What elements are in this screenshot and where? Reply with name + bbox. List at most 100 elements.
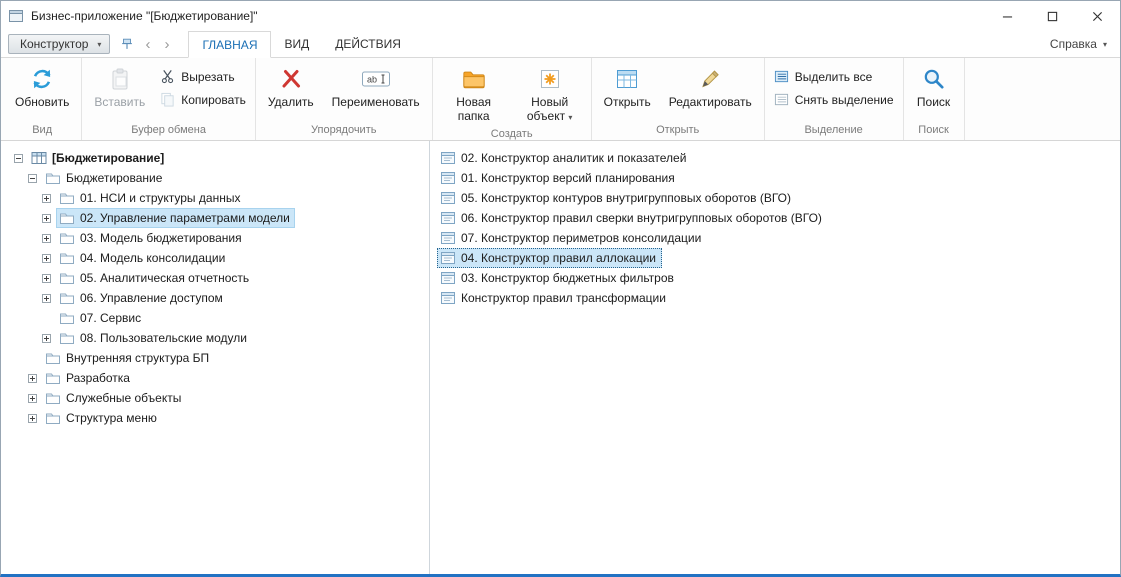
tree-node[interactable]: 01. НСИ и структуры данных xyxy=(56,188,245,208)
folder-icon xyxy=(59,311,75,325)
minimize-button[interactable] xyxy=(985,1,1030,31)
app-root-icon xyxy=(31,151,47,165)
ribbon-group-selection: Выделить все Снять выделение Выделение xyxy=(765,58,904,140)
constructor-menu-button[interactable]: Конструктор ▾ xyxy=(8,34,110,54)
tree-node[interactable]: Структура меню xyxy=(42,408,162,428)
tree-item[interactable]: 05. Аналитическая отчетность xyxy=(1,268,429,288)
tab-vid[interactable]: ВИД xyxy=(271,31,322,57)
tree-item[interactable]: 08. Пользовательские модули xyxy=(1,328,429,348)
list-item[interactable]: 05. Конструктор контуров внутригрупповых… xyxy=(430,188,1120,208)
list-item[interactable]: 07. Конструктор периметров консолидации xyxy=(430,228,1120,248)
search-icon xyxy=(922,66,946,92)
ribbon-group-clipboard: Вставить Вырезать Копировать Буфер обмен… xyxy=(82,58,256,140)
help-menu[interactable]: Справка ▾ xyxy=(1050,31,1120,57)
app-icon xyxy=(8,9,24,23)
folder-icon xyxy=(59,231,75,245)
list-node[interactable]: 04. Конструктор правил аллокации xyxy=(437,248,662,268)
tree-item[interactable]: Служебные объекты xyxy=(1,388,429,408)
forward-button[interactable]: › xyxy=(157,31,176,57)
list-item[interactable]: 03. Конструктор бюджетных фильтров xyxy=(430,268,1120,288)
folder-icon xyxy=(59,251,75,265)
maximize-icon xyxy=(1047,11,1058,22)
tree-item[interactable]: Бюджетирование xyxy=(1,168,429,188)
expand-icon[interactable] xyxy=(42,334,51,343)
tree-node[interactable]: Разработка xyxy=(42,368,135,388)
pin-button[interactable] xyxy=(115,31,138,57)
chevron-down-icon: ▾ xyxy=(568,113,572,122)
tree-item-root[interactable]: [Бюджетирование] xyxy=(1,148,429,168)
cut-button[interactable]: Вырезать xyxy=(154,67,240,86)
tree-item[interactable]: Внутренняя структура БП xyxy=(1,348,429,368)
list-item[interactable]: 06. Конструктор правил сверки внутригруп… xyxy=(430,208,1120,228)
expand-icon[interactable] xyxy=(28,374,37,383)
deselect-button[interactable]: Снять выделение xyxy=(768,90,900,109)
list-node[interactable]: 06. Конструктор правил сверки внутригруп… xyxy=(437,208,828,228)
list-node[interactable]: 07. Конструктор периметров консолидации xyxy=(437,228,707,248)
tree-item[interactable]: Разработка xyxy=(1,368,429,388)
expand-icon[interactable] xyxy=(42,254,51,263)
tree-node[interactable]: 04. Модель консолидации xyxy=(56,248,230,268)
expand-icon[interactable] xyxy=(42,294,51,303)
tree-item[interactable]: 01. НСИ и структуры данных xyxy=(1,188,429,208)
list-item-selected[interactable]: 04. Конструктор правил аллокации xyxy=(430,248,1120,268)
tree-item[interactable]: 07. Сервис xyxy=(1,308,429,328)
tree-node[interactable]: Бюджетирование xyxy=(42,168,167,188)
open-button[interactable]: Открыть xyxy=(595,60,660,113)
tree-node[interactable]: 07. Сервис xyxy=(56,308,146,328)
tree-node[interactable]: [Бюджетирование] xyxy=(28,148,169,168)
copy-button[interactable]: Копировать xyxy=(154,90,252,109)
list-node[interactable]: 02. Конструктор аналитик и показателей xyxy=(437,148,692,168)
expand-icon[interactable] xyxy=(42,274,51,283)
list-node[interactable]: 05. Конструктор контуров внутригрупповых… xyxy=(437,188,797,208)
new-object-button[interactable]: Новый объект ▾ xyxy=(512,60,588,127)
tab-glavnaya[interactable]: ГЛАВНАЯ xyxy=(188,31,271,58)
list-item[interactable]: 02. Конструктор аналитик и показателей xyxy=(430,148,1120,168)
list-node[interactable]: 01. Конструктор версий планирования xyxy=(437,168,681,188)
tree-node[interactable]: 08. Пользовательские модули xyxy=(56,328,252,348)
tree-node[interactable]: 06. Управление доступом xyxy=(56,288,228,308)
expand-icon[interactable] xyxy=(42,214,51,223)
tree-node[interactable]: Внутренняя структура БП xyxy=(42,348,214,368)
list-node[interactable]: 03. Конструктор бюджетных фильтров xyxy=(437,268,680,288)
expand-icon[interactable] xyxy=(28,414,37,423)
pin-icon xyxy=(120,37,134,51)
tab-deystviya[interactable]: ДЕЙСТВИЯ xyxy=(322,31,414,57)
delete-icon xyxy=(279,66,303,92)
list-node[interactable]: Конструктор правил трансформации xyxy=(437,288,672,308)
refresh-button[interactable]: Обновить xyxy=(6,60,78,113)
group-label-clipboard: Буфер обмена xyxy=(85,123,252,140)
search-button[interactable]: Поиск xyxy=(907,60,961,113)
tree-node[interactable]: 03. Модель бюджетирования xyxy=(56,228,247,248)
expand-icon[interactable] xyxy=(42,234,51,243)
tree-item[interactable]: 06. Управление доступом xyxy=(1,288,429,308)
rename-button[interactable]: Переименовать xyxy=(323,60,429,113)
expand-icon[interactable] xyxy=(28,394,37,403)
edit-button[interactable]: Редактировать xyxy=(660,60,761,113)
select-all-button[interactable]: Выделить все xyxy=(768,67,879,86)
list-item[interactable]: Конструктор правил трансформации xyxy=(430,288,1120,308)
chevron-down-icon: ▾ xyxy=(1103,40,1107,49)
maximize-button[interactable] xyxy=(1030,1,1075,31)
tree-item[interactable]: 03. Модель бюджетирования xyxy=(1,228,429,248)
tree-item-selected[interactable]: 02. Управление параметрами модели xyxy=(1,208,429,228)
list-item[interactable]: 01. Конструктор версий планирования xyxy=(430,168,1120,188)
paste-button[interactable]: Вставить xyxy=(85,60,154,113)
close-button[interactable] xyxy=(1075,1,1120,31)
folder-icon xyxy=(45,371,61,385)
expand-icon[interactable] xyxy=(42,194,51,203)
tree-node[interactable]: 05. Аналитическая отчетность xyxy=(56,268,254,288)
collapse-icon[interactable] xyxy=(28,174,37,183)
group-label-open: Открыть xyxy=(595,123,761,140)
tree-item[interactable]: 04. Модель консолидации xyxy=(1,248,429,268)
folder-icon xyxy=(59,291,75,305)
tree-node[interactable]: Служебные объекты xyxy=(42,388,186,408)
back-button[interactable]: ‹ xyxy=(138,31,157,57)
tree-node[interactable]: 02. Управление параметрами модели xyxy=(56,208,295,228)
delete-button[interactable]: Удалить xyxy=(259,60,323,113)
collapse-icon[interactable] xyxy=(14,154,23,163)
tree-item[interactable]: Структура меню xyxy=(1,408,429,428)
group-label-view: Вид xyxy=(6,123,78,140)
new-folder-button[interactable]: Новая папка xyxy=(436,60,512,127)
selection-small-buttons: Выделить все Снять выделение xyxy=(768,60,900,109)
deselect-icon xyxy=(774,92,789,107)
